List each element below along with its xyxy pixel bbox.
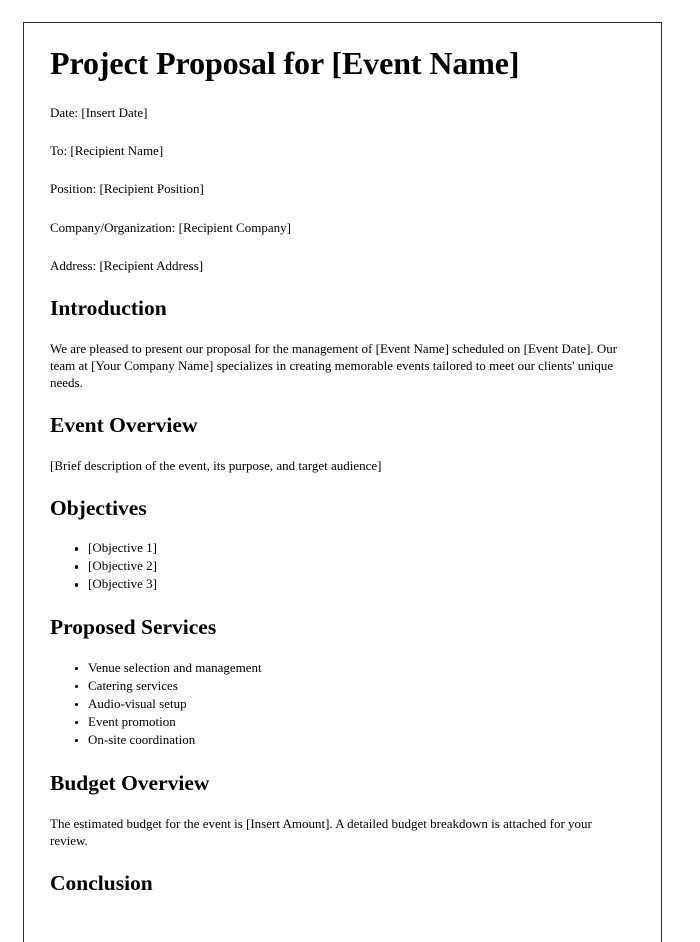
page-title: Project Proposal for [Event Name]: [50, 45, 520, 81]
section-proposed-services: Proposed Services Venue selection and ma…: [50, 615, 631, 749]
list-item: [Objective 3]: [75, 575, 631, 593]
metadata-line-address: Address: [Recipient Address]: [50, 257, 204, 273]
metadata-line-date: Date: [Insert Date]: [50, 104, 148, 120]
objectives-list: [Objective 1] [Objective 2] [Objective 3…: [50, 539, 631, 593]
heading-budget-overview: Budget Overview: [50, 771, 210, 796]
heading-event-overview: Event Overview: [50, 412, 198, 437]
section-objectives: Objectives [Objective 1] [Objective 2] […: [50, 496, 631, 594]
paragraph-introduction: We are pleased to present our proposal f…: [50, 340, 618, 390]
metadata-line-company: Company/Organization: [Recipient Company…: [50, 219, 291, 235]
list-item: Event promotion: [75, 713, 631, 731]
proposed-services-list: Venue selection and management Catering …: [50, 659, 631, 749]
list-item: Catering services: [75, 677, 631, 695]
list-item: Audio-visual setup: [75, 695, 631, 713]
list-item: On-site coordination: [75, 731, 631, 749]
metadata-line-to: To: [Recipient Name]: [50, 143, 164, 158]
recipient-metadata-block: Date: [Insert Date] To: [Recipient Name]…: [50, 105, 631, 274]
heading-introduction: Introduction: [50, 296, 167, 320]
document-body: Project Proposal for [Event Name] Date: …: [24, 23, 661, 897]
list-item: Venue selection and management: [75, 659, 631, 677]
section-introduction: Introduction We are pleased to present o…: [50, 296, 631, 391]
list-item: [Objective 2]: [75, 557, 631, 575]
section-conclusion: Conclusion: [50, 871, 631, 897]
paragraph-budget-overview: The estimated budget for the event is [I…: [50, 815, 592, 848]
section-budget-overview: Budget Overview The estimated budget for…: [50, 771, 631, 849]
section-event-overview: Event Overview [Brief description of the…: [50, 413, 631, 474]
paragraph-event-overview: [Brief description of the event, its pur…: [50, 457, 382, 473]
page-canvas: Project Proposal for [Event Name] Date: …: [0, 0, 700, 942]
heading-proposed-services: Proposed Services: [50, 615, 217, 640]
document-sheet: Project Proposal for [Event Name] Date: …: [23, 22, 662, 942]
metadata-line-position: Position: [Recipient Position]: [50, 181, 204, 197]
heading-objectives: Objectives: [50, 495, 147, 520]
list-item: [Objective 1]: [75, 539, 631, 557]
heading-conclusion: Conclusion: [50, 870, 153, 895]
